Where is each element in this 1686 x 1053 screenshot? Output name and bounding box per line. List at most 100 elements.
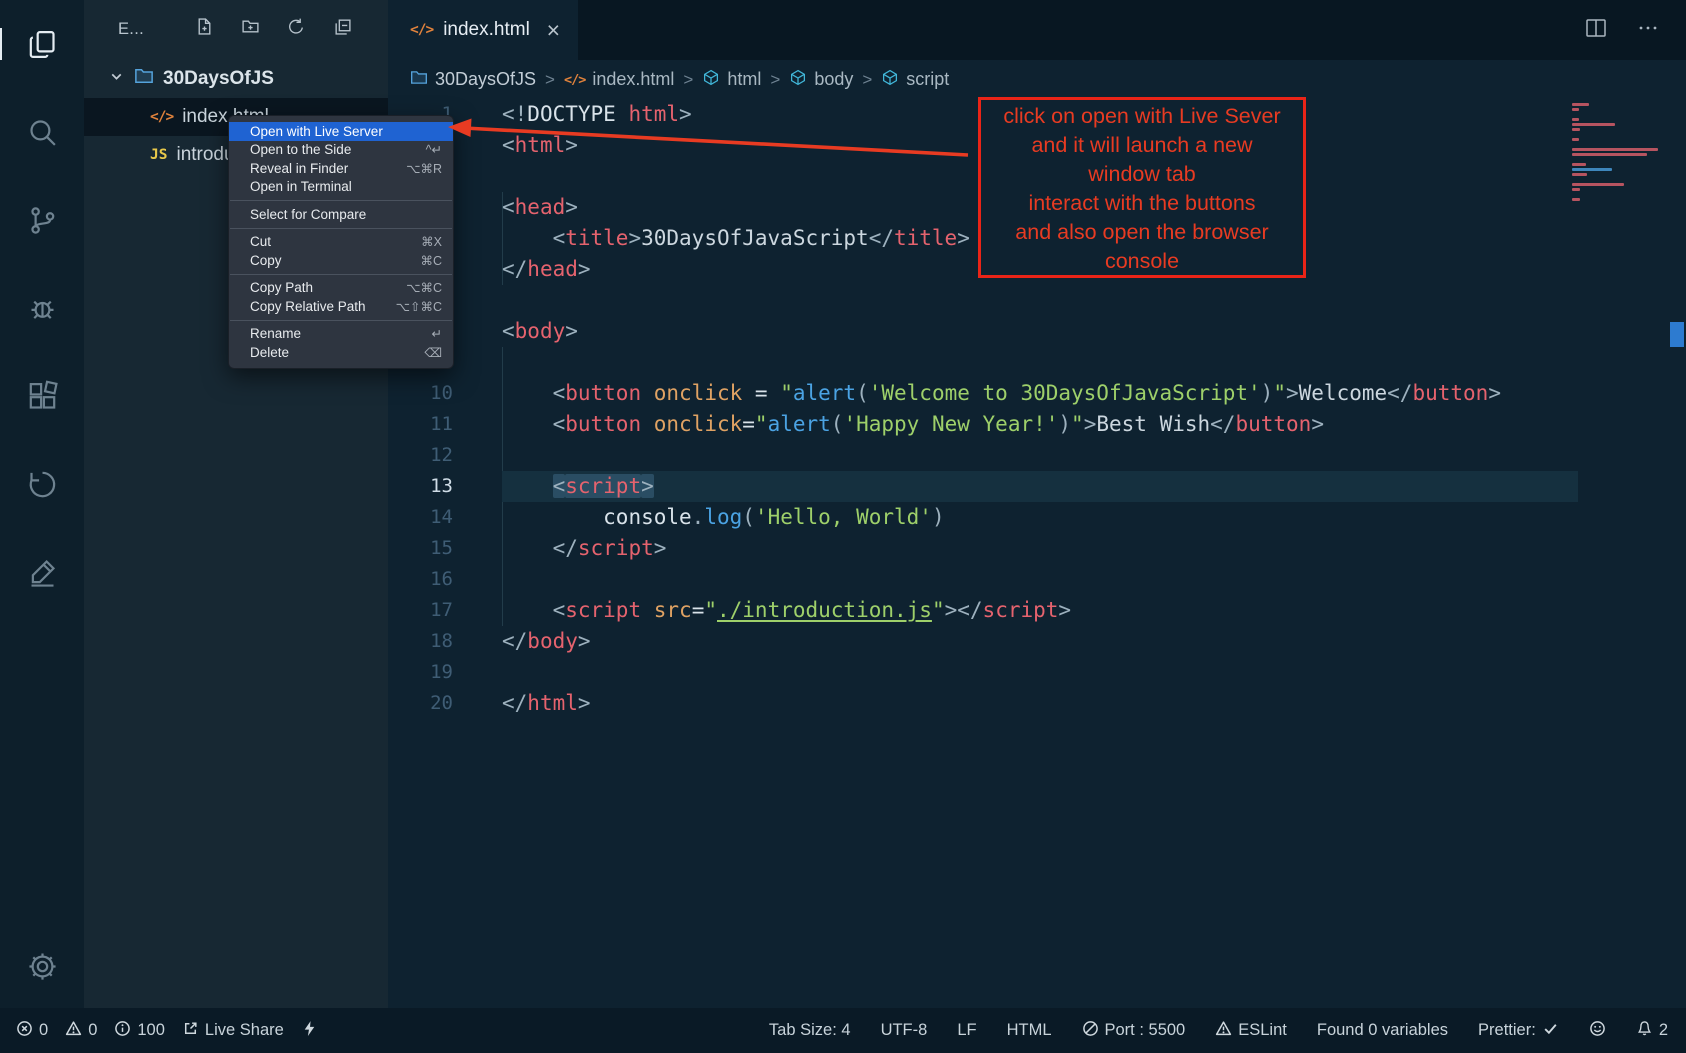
code-token[interactable]: ( <box>856 381 869 405</box>
split-editor-icon[interactable] <box>1584 16 1608 45</box>
code-token[interactable]: = <box>692 598 705 622</box>
live-share-icon[interactable] <box>24 466 60 502</box>
explorer-icon[interactable] <box>24 26 60 62</box>
code-token[interactable]: src <box>654 598 692 622</box>
collapse-all-icon[interactable] <box>333 17 352 41</box>
status-html[interactable]: HTML <box>1007 1021 1052 1040</box>
code-token[interactable]: </ <box>1210 412 1235 436</box>
code-token[interactable]: > <box>1488 381 1501 405</box>
code-token[interactable]: </ <box>502 691 527 715</box>
code-token[interactable]: < <box>502 195 515 219</box>
status-smiley[interactable] <box>1589 1020 1606 1042</box>
menu-item-reveal-in-finder[interactable]: Reveal in Finder⌥⌘R <box>229 159 453 178</box>
code-line-20[interactable]: 20</html> <box>388 688 1686 719</box>
code-token[interactable]: script <box>565 474 641 498</box>
code-token[interactable] <box>502 536 553 560</box>
code-token[interactable]: button <box>1412 381 1488 405</box>
new-folder-icon[interactable] <box>241 17 260 41</box>
code-token[interactable]: head <box>527 257 578 281</box>
tree-root-folder[interactable]: 30DaysOfJS <box>84 60 388 98</box>
status-100[interactable]: 100 <box>114 1020 165 1042</box>
code-token[interactable]: " <box>755 412 768 436</box>
breadcrumb-item-body[interactable]: body <box>789 69 853 91</box>
code-token[interactable]: body <box>515 319 566 343</box>
menu-item-copy-path[interactable]: Copy Path⌥⌘C <box>229 279 453 298</box>
code-text[interactable]: </html> <box>502 688 591 719</box>
status-utf-8[interactable]: UTF-8 <box>881 1021 928 1040</box>
code-token[interactable]: " <box>780 381 793 405</box>
code-token[interactable]: </ <box>502 629 527 653</box>
code-token[interactable]: 'Welcome to 30DaysOfJavaScript' <box>869 381 1261 405</box>
code-token[interactable]: > <box>565 319 578 343</box>
code-token[interactable]: > <box>957 226 970 250</box>
code-token[interactable] <box>616 102 629 126</box>
code-token[interactable]: > <box>565 195 578 219</box>
code-text[interactable]: <html> <box>502 130 578 161</box>
code-text[interactable]: console.log('Hello, World') <box>502 502 945 533</box>
code-token[interactable]: " <box>1273 381 1286 405</box>
code-token[interactable]: title <box>565 226 628 250</box>
code-token[interactable]: </ <box>957 598 982 622</box>
code-token[interactable]: button <box>565 412 641 436</box>
breadcrumb-item-index-html[interactable]: index.html <box>564 69 674 90</box>
code-token[interactable]: 30DaysOfJavaScript <box>641 226 869 250</box>
feedback-icon[interactable] <box>24 554 60 590</box>
code-text[interactable]: <body> <box>502 316 578 347</box>
code-line-16[interactable]: 16 <box>388 564 1686 595</box>
code-token[interactable]: script <box>578 536 654 560</box>
code-line-13[interactable]: 13 <script> <box>388 471 1686 502</box>
menu-item-rename[interactable]: Rename↵ <box>229 325 453 344</box>
code-token[interactable]: 'Happy New Year!' <box>843 412 1058 436</box>
code-token[interactable]: > <box>578 691 591 715</box>
close-tab-icon[interactable]: × <box>547 19 560 42</box>
code-token[interactable] <box>502 412 553 436</box>
code-token[interactable] <box>641 598 654 622</box>
status-0[interactable]: 0 <box>16 1020 48 1042</box>
code-token[interactable]: > <box>945 598 958 622</box>
status-found-0-variables[interactable]: Found 0 variables <box>1317 1021 1448 1040</box>
code-token[interactable]: ( <box>742 505 755 529</box>
code-token[interactable]: alert <box>793 381 856 405</box>
refresh-icon[interactable] <box>287 17 306 41</box>
code-token[interactable]: > <box>1058 598 1071 622</box>
status-lf[interactable]: LF <box>957 1021 976 1040</box>
code-token[interactable]: " <box>932 598 945 622</box>
code-text[interactable]: <button onclick="alert('Happy New Year!'… <box>502 409 1324 440</box>
code-token[interactable]: ( <box>831 412 844 436</box>
menu-item-select-for-compare[interactable]: Select for Compare <box>229 205 453 224</box>
code-line-15[interactable]: 15 </script> <box>388 533 1686 564</box>
tab-index-html[interactable]: index.html × <box>388 0 578 60</box>
code-line-18[interactable]: 18</body> <box>388 626 1686 657</box>
code-token[interactable]: " <box>1071 412 1084 436</box>
menu-item-cut[interactable]: Cut⌘X <box>229 233 453 252</box>
code-line-12[interactable]: 12 <box>388 440 1686 471</box>
code-text[interactable]: <script> <box>502 471 654 502</box>
code-token[interactable]: > <box>565 133 578 157</box>
code-token[interactable]: html <box>515 133 566 157</box>
run-debug-icon[interactable] <box>24 290 60 326</box>
code-token[interactable]: </ <box>869 226 894 250</box>
code-token[interactable]: < <box>553 226 566 250</box>
code-token[interactable]: = <box>742 381 780 405</box>
code-line-9[interactable]: 9 <box>388 347 1686 378</box>
code-token[interactable]: button <box>565 381 641 405</box>
code-line-14[interactable]: 14 console.log('Hello, World') <box>388 502 1686 533</box>
menu-item-open-in-terminal[interactable]: Open in Terminal <box>229 178 453 197</box>
code-token[interactable]: . <box>692 505 705 529</box>
code-token[interactable] <box>502 474 553 498</box>
code-token[interactable]: head <box>515 195 566 219</box>
code-token[interactable]: Welcome <box>1299 381 1388 405</box>
menu-item-open-with-live-server[interactable]: Open with Live Server <box>229 122 453 141</box>
minimap[interactable] <box>1572 103 1662 203</box>
code-token[interactable]: ./introduction.js <box>717 598 932 622</box>
code-token[interactable]: = <box>742 412 755 436</box>
code-token[interactable]: > <box>679 102 692 126</box>
status-tab-size-4[interactable]: Tab Size: 4 <box>769 1021 851 1040</box>
source-control-icon[interactable] <box>24 202 60 238</box>
code-token[interactable] <box>502 226 553 250</box>
menu-item-copy[interactable]: Copy⌘C <box>229 251 453 270</box>
code-token[interactable]: > <box>654 536 667 560</box>
code-token[interactable]: < <box>502 319 515 343</box>
more-actions-icon[interactable] <box>1636 16 1660 45</box>
code-text[interactable]: </head> <box>502 254 591 285</box>
